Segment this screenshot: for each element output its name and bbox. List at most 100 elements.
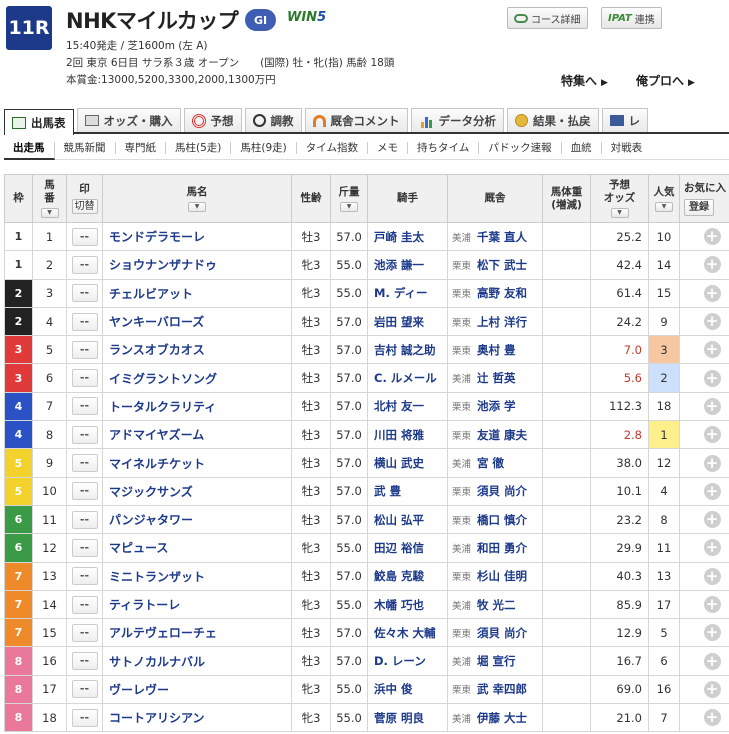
table-row[interactable]: 7 15 -- アルテヴェローチェ 牡3 57.0 佐々木 大輔 栗東 須貝 尚介 12.9 5 + (4, 618, 729, 648)
jockey-link[interactable]: C. ルメール (374, 371, 437, 385)
trainer-link[interactable]: 伊藤 大士 (477, 711, 527, 725)
trainer-link[interactable]: 橋口 慎介 (477, 513, 527, 527)
jockey-link[interactable]: 武 豊 (374, 484, 401, 498)
mark-select-button[interactable]: -- (71, 255, 98, 274)
mark-select-button[interactable]: -- (71, 623, 98, 642)
subnav-shinbun[interactable]: 競馬新聞 (55, 141, 116, 154)
jockey-link[interactable]: 岩田 望来 (374, 315, 424, 329)
jockey-link[interactable]: 北村 友一 (374, 399, 424, 413)
plus-icon[interactable]: + (703, 454, 721, 472)
table-row[interactable]: 8 17 -- ヴーレヴー 牝3 55.0 浜中 俊 栗東武 幸四郎 69.0 16 + (4, 674, 729, 705)
subnav-matchup[interactable]: 対戦表 (602, 142, 652, 154)
horse-name-link[interactable]: パンジャタワー (109, 513, 193, 527)
subnav-pedigree[interactable]: 血統 (562, 141, 602, 154)
horse-name-link[interactable]: トータルクラリティ (109, 400, 216, 414)
mark-select-button[interactable]: -- (71, 227, 98, 246)
tab-chokyo[interactable]: 調教 (244, 108, 302, 132)
trainer-link[interactable]: 武 幸四郎 (477, 682, 527, 696)
plus-icon[interactable]: + (703, 596, 721, 613)
jockey-link[interactable]: 田辺 裕信 (374, 541, 424, 555)
horse-name-link[interactable]: コートアリシアン (109, 711, 205, 725)
course-detail-button[interactable]: コース詳細 (507, 7, 588, 29)
jockey-link[interactable]: 横山 武史 (374, 456, 424, 470)
mark-select-button[interactable]: -- (71, 510, 98, 529)
mark-select-button[interactable]: -- (71, 680, 98, 699)
plus-icon[interactable]: + (703, 539, 721, 557)
mark-select-button[interactable]: -- (71, 708, 98, 727)
table-row[interactable]: 4 7 -- トータルクラリティ 牡3 57.0 北村 友一 栗東 池添 学 112.3 18 + (4, 391, 729, 422)
trainer-link[interactable]: 池添 学 (477, 399, 516, 413)
table-row[interactable]: 1 2 -- ショウナンザナドゥ 牝3 55.0 池添 謙一 栗東 松下 武士 42.4 14 + (4, 250, 729, 280)
plus-icon[interactable]: + (703, 511, 721, 529)
jockey-link[interactable]: 戸崎 圭太 (374, 230, 424, 244)
subnav-senmonshi[interactable]: 専門紙 (116, 141, 166, 154)
subnav-memo[interactable]: メモ (368, 141, 409, 154)
table-row[interactable]: 8 18 -- コートアリシアン 牝3 55.0 菅原 明良 美浦 伊藤 大士 21.0 7 + (4, 703, 729, 733)
win5-logo[interactable]: WIN5 (287, 10, 326, 25)
tab-result[interactable]: 結果・払戻 (507, 108, 599, 132)
jockey-link[interactable]: 鮫島 克駿 (374, 569, 424, 583)
tab-data[interactable]: データ分析 (410, 108, 504, 132)
horse-name-link[interactable]: イミグラントソング (109, 372, 217, 386)
plus-icon[interactable]: + (703, 624, 721, 642)
table-row[interactable]: 1 1 -- モンドデラモーレ 牡3 57.0 戸崎 圭太 美浦 千葉 直人 25.2 10 + (4, 221, 729, 252)
horse-name-link[interactable]: マピュース (109, 541, 168, 555)
table-row[interactable]: 6 12 -- マピュース 牝3 55.0 田辺 裕信 美浦 和田 勇介 29.9 11 + (4, 533, 729, 563)
mark-select-button[interactable]: -- (71, 595, 98, 614)
tab-comment[interactable]: 厩舎コメント (304, 108, 408, 132)
trainer-link[interactable]: 和田 勇介 (477, 541, 527, 555)
mark-select-button[interactable]: -- (71, 454, 98, 473)
table-row[interactable]: 5 10 -- マジックサンズ 牡3 57.0 武 豊 栗東 須貝 尚介 10.1 4 + (4, 476, 729, 506)
mark-select-button[interactable]: -- (71, 369, 98, 388)
horse-name-link[interactable]: ミニトランザット (109, 570, 205, 584)
horse-name-link[interactable]: チェルビアット (109, 287, 193, 301)
jockey-link[interactable]: 菅原 明良 (374, 711, 424, 725)
trainer-link[interactable]: 宮 徹 (477, 456, 504, 470)
plus-icon[interactable]: + (703, 284, 721, 302)
subnav-shussoba[interactable]: 出走馬 (4, 141, 55, 160)
trainer-link[interactable]: 須貝 尚介 (477, 484, 527, 498)
mark-switch-button[interactable]: 切替 (71, 199, 98, 214)
ore-pro-link[interactable]: 俺プロへ ▶ (636, 72, 695, 89)
plus-icon[interactable]: + (703, 228, 721, 246)
plus-icon[interactable]: + (703, 341, 721, 359)
jockey-link[interactable]: 木幡 巧也 (374, 598, 424, 612)
trainer-link[interactable]: 友道 康夫 (477, 428, 527, 442)
mark-select-button[interactable]: -- (71, 538, 98, 557)
tab-odds[interactable]: オッズ・購入 (76, 108, 181, 132)
sort-kinryo-button[interactable]: ▼ (340, 201, 358, 212)
jockey-link[interactable]: 川田 将雅 (374, 428, 424, 442)
subnav-umabashira5[interactable]: 馬柱(5走) (166, 141, 232, 154)
table-row[interactable]: 6 11 -- パンジャタワー 牡3 57.0 松山 弘平 栗東 橋口 慎介 23.2 8 + (4, 504, 729, 535)
mark-select-button[interactable]: -- (71, 652, 98, 671)
subnav-paddock[interactable]: パドック速報 (479, 141, 562, 154)
mark-select-button[interactable]: -- (71, 397, 98, 416)
table-row[interactable]: 2 4 -- ヤンキーバローズ 牡3 57.0 岩田 望来 栗東 上村 洋行 24.2 9 + (4, 306, 729, 337)
table-row[interactable]: 3 6 -- イミグラントソング 牡3 57.0 C. ルメール 美浦辻 哲英 5.6 2 + (4, 363, 729, 393)
jockey-link[interactable]: 池添 謙一 (374, 258, 424, 272)
horse-name-link[interactable]: マジックサンズ (109, 485, 193, 499)
trainer-link[interactable]: 牧 光二 (477, 598, 516, 612)
tab-replay[interactable]: レ (601, 108, 648, 132)
trainer-link[interactable]: 松下 武士 (477, 258, 527, 272)
plus-icon[interactable]: + (703, 680, 721, 698)
sort-ninki-button[interactable]: ▼ (655, 201, 673, 212)
table-row[interactable]: 8 16 -- サトノカルナバル 牡3 57.0 D. レーン 美浦堀 宣行 16.7 6 + (4, 646, 729, 676)
horse-name-link[interactable]: ヴーレヴー (109, 683, 169, 697)
mark-select-button[interactable]: -- (71, 482, 98, 501)
horse-name-link[interactable]: マイネルチケット (109, 457, 205, 471)
trainer-link[interactable]: 辻 哲英 (477, 371, 516, 385)
ipat-link-button[interactable]: IPAT 連携 (601, 7, 662, 29)
horse-name-link[interactable]: ヤンキーバローズ (109, 315, 204, 329)
mark-select-button[interactable]: -- (71, 425, 98, 444)
sort-name-button[interactable]: ▼ (188, 201, 206, 212)
horse-name-link[interactable]: モンドデラモーレ (109, 230, 205, 244)
plus-icon[interactable]: + (703, 256, 721, 274)
table-row[interactable]: 4 8 -- アドマイヤズーム 牡3 57.0 川田 将雅 栗東 友道 康夫 2.8 1 + (4, 420, 729, 450)
tab-yoso[interactable]: 予想 (183, 108, 242, 132)
table-row[interactable]: 3 5 -- ランスオブカオス 牡3 57.0 吉村 誠之助 栗東 奥村 豊 7.0 3 + (4, 335, 729, 365)
horse-name-link[interactable]: ティラトーレ (109, 598, 180, 612)
favorite-register-button[interactable]: 登録 (684, 198, 714, 216)
trainer-link[interactable]: 千葉 直人 (477, 230, 527, 244)
jockey-link[interactable]: M. ディー (374, 286, 428, 300)
